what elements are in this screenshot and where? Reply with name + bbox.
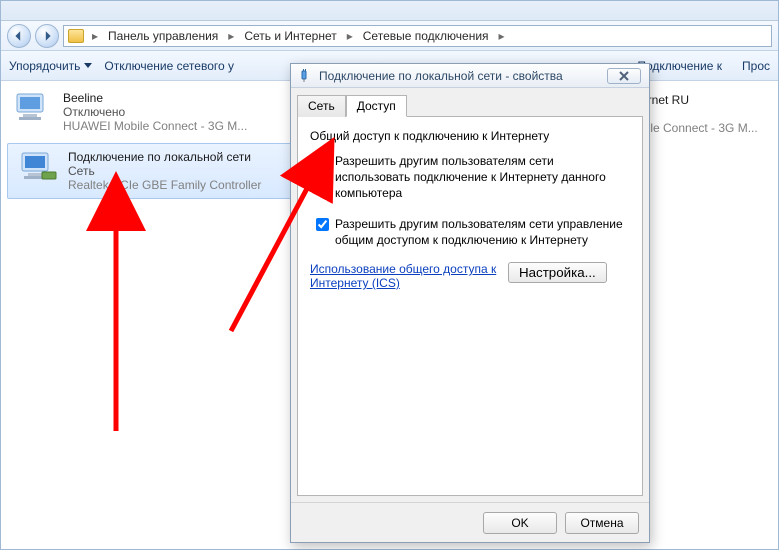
organize-menu[interactable]: Упорядочить: [9, 59, 92, 73]
organize-label: Упорядочить: [9, 59, 80, 73]
tab-label: Сеть: [308, 99, 335, 113]
tab-sharing-page: Общий доступ к подключению к Интернету Р…: [297, 116, 643, 496]
connection-device: bile Connect - 3G M...: [641, 121, 779, 135]
breadcrumb-network[interactable]: Сеть и Интернет: [242, 29, 338, 43]
network-plug-icon: [299, 69, 313, 83]
chevron-right-icon: ▸: [495, 29, 509, 43]
dialog-titlebar: Подключение по локальной сети - свойства: [291, 64, 649, 88]
breadcrumb-connections[interactable]: Сетевые подключения: [361, 29, 491, 43]
allow-share-row: Разрешить другим пользователям сети испо…: [316, 153, 630, 202]
dialog-close-button[interactable]: [607, 68, 641, 84]
allow-control-row: Разрешить другим пользователям сети упра…: [316, 216, 630, 248]
chevron-right-icon: ▸: [343, 29, 357, 43]
tab-network[interactable]: Сеть: [297, 95, 346, 117]
disable-device-command[interactable]: Отключение сетевого у: [104, 59, 234, 73]
configure-button[interactable]: Настройка...: [508, 262, 607, 283]
network-adapter-icon: [18, 150, 58, 184]
connection-name: Подключение по локальной сети: [68, 150, 261, 164]
connection-status: Отключено: [63, 105, 247, 119]
nav-forward-button[interactable]: [35, 24, 59, 48]
properties-dialog: Подключение по локальной сети - свойства…: [290, 63, 650, 543]
sharing-group-label: Общий доступ к подключению к Интернету: [310, 129, 630, 143]
chevron-down-icon: [84, 63, 92, 68]
tab-strip: Сеть Доступ: [297, 94, 643, 116]
connect-to-command[interactable]: Подключение к: [637, 59, 722, 73]
connection-item-partial[interactable]: ernet RU bile Connect - 3G M...: [641, 93, 779, 135]
ics-help-link[interactable]: Использование общего доступа к Интернету…: [310, 262, 500, 290]
connection-device: Realtek PCIe GBE Family Controller: [68, 178, 261, 192]
connection-status: Сеть: [68, 164, 261, 178]
connection-name: ernet RU: [641, 93, 779, 107]
allow-share-connection-label: Разрешить другим пользователям сети испо…: [335, 153, 630, 202]
chevron-right-icon: ▸: [224, 29, 238, 43]
explorer-window: ▸ Панель управления ▸ Сеть и Интернет ▸ …: [0, 0, 779, 550]
folder-icon: [68, 29, 84, 43]
dialog-title: Подключение по локальной сети - свойства: [319, 69, 563, 83]
allow-control-sharing-checkbox[interactable]: [316, 218, 329, 231]
cancel-button[interactable]: Отмена: [565, 512, 639, 534]
connection-device: HUAWEI Mobile Connect - 3G M...: [63, 119, 247, 133]
tab-label: Доступ: [357, 99, 396, 113]
tab-sharing[interactable]: Доступ: [346, 95, 407, 117]
titlebar: [1, 1, 778, 21]
inspect-command[interactable]: Прос: [742, 59, 770, 73]
allow-control-sharing-label: Разрешить другим пользователям сети упра…: [335, 216, 630, 248]
chevron-right-icon: ▸: [88, 29, 102, 43]
ok-button[interactable]: OK: [483, 512, 557, 534]
address-bar[interactable]: ▸ Панель управления ▸ Сеть и Интернет ▸ …: [63, 25, 772, 47]
nav-back-button[interactable]: [7, 24, 31, 48]
network-adapter-icon: [13, 91, 53, 125]
nav-row: ▸ Панель управления ▸ Сеть и Интернет ▸ …: [1, 21, 778, 51]
dialog-body: Сеть Доступ Общий доступ к подключению к…: [291, 88, 649, 502]
connection-item-lan[interactable]: Подключение по локальной сети Сеть Realt…: [7, 143, 337, 199]
dialog-footer: OK Отмена: [291, 502, 649, 542]
connection-item-beeline[interactable]: Beeline Отключено HUAWEI Mobile Connect …: [1, 83, 331, 141]
breadcrumb-control-panel[interactable]: Панель управления: [106, 29, 220, 43]
allow-share-connection-checkbox[interactable]: [316, 155, 329, 168]
connection-name: Beeline: [63, 91, 247, 105]
